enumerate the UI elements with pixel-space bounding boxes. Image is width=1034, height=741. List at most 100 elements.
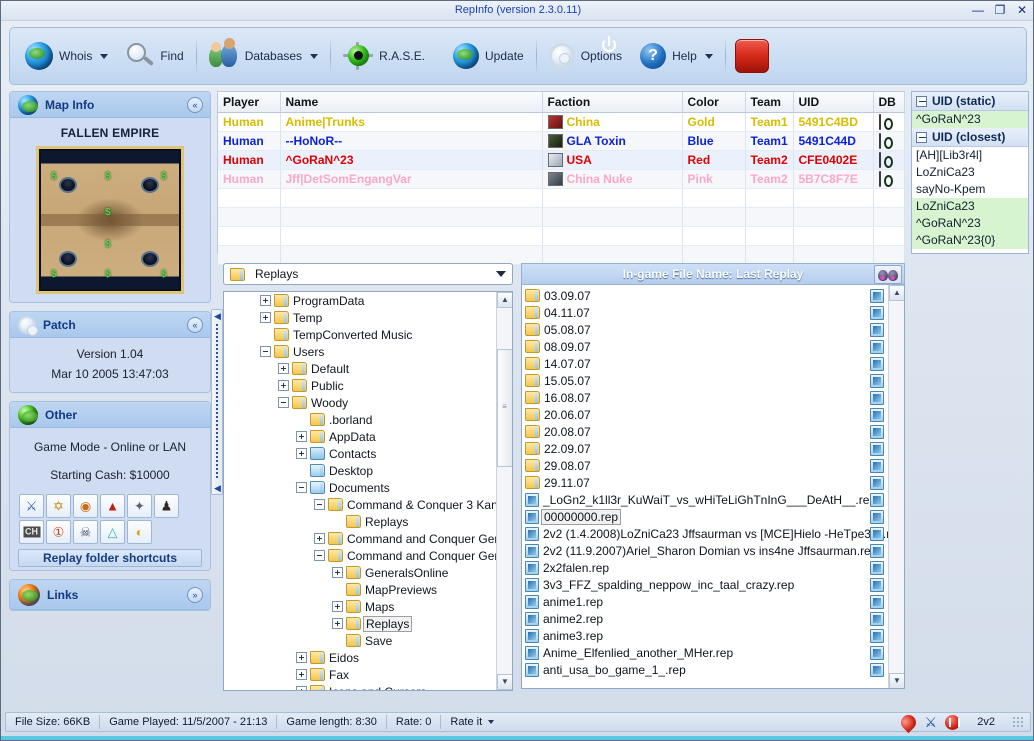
file-list-item[interactable]: anime2.rep bbox=[525, 610, 865, 627]
chevron-down-icon[interactable] bbox=[488, 720, 495, 724]
expand-icon[interactable] bbox=[296, 686, 307, 690]
file-list-item[interactable]: 15.05.07 bbox=[525, 372, 865, 389]
scroll-up-button[interactable]: ▲ bbox=[497, 292, 512, 308]
uid-closest-item[interactable]: LoZniCa23 bbox=[912, 164, 1028, 181]
file-list-item[interactable]: 14.07.07 bbox=[525, 355, 865, 372]
file-list-item[interactable]: 00000000.rep bbox=[525, 508, 865, 525]
table-row-empty[interactable] bbox=[218, 245, 905, 265]
uid-static-item[interactable]: ^GoRaN^23 bbox=[912, 111, 1028, 128]
expand-icon[interactable] bbox=[278, 363, 289, 374]
rase-button[interactable]: R.A.S.E. bbox=[334, 32, 434, 80]
sidebar-splitter[interactable]: ◀ ◀ bbox=[211, 309, 223, 495]
shortcut-kanes-wrath[interactable]: ✦ bbox=[127, 494, 152, 518]
file-list-item[interactable]: 22.09.07 bbox=[525, 440, 865, 457]
uid-closest-item[interactable]: [AH][Lib3r4l] bbox=[912, 147, 1028, 164]
tree-node[interactable]: GeneralsOnline bbox=[224, 564, 497, 581]
chevron-down-icon[interactable] bbox=[704, 53, 713, 59]
expand-icon[interactable] bbox=[332, 618, 343, 629]
minus-icon[interactable] bbox=[916, 95, 927, 107]
expand-icon[interactable] bbox=[260, 312, 271, 323]
file-list-item[interactable]: 20.08.07 bbox=[525, 423, 865, 440]
expand-icon[interactable] bbox=[314, 533, 325, 544]
tree-node[interactable]: Default bbox=[224, 360, 497, 377]
tree-node[interactable]: Users bbox=[224, 343, 497, 360]
exit-button[interactable] bbox=[602, 36, 769, 73]
collapse-icon[interactable] bbox=[278, 397, 289, 408]
tree-node[interactable]: Maps bbox=[224, 598, 497, 615]
links-header[interactable]: Links » bbox=[10, 580, 210, 610]
file-list-vertical-scrollbar[interactable]: ▲ ▼ bbox=[888, 285, 904, 688]
patch-collapse-icon[interactable]: « bbox=[187, 317, 203, 333]
tree-node[interactable]: Documents bbox=[224, 479, 497, 496]
file-list-item[interactable]: 29.11.07 bbox=[525, 474, 865, 491]
shortcut-ring[interactable]: ◐ bbox=[127, 520, 152, 544]
tree-node[interactable]: AppData bbox=[224, 428, 497, 445]
column-header-player[interactable]: Player bbox=[218, 92, 281, 113]
chevron-down-icon[interactable] bbox=[310, 53, 319, 59]
folder-tree[interactable]: ProgramData Temp TempConverted Music Users D… bbox=[223, 291, 513, 691]
shortcut-generals[interactable]: ✡ bbox=[46, 494, 71, 518]
shortcut-nod[interactable]: △ bbox=[100, 520, 125, 544]
tree-node[interactable]: Woody bbox=[224, 394, 497, 411]
table-row[interactable]: Human Anime|Trunks China Gold Team1 5491… bbox=[218, 112, 905, 132]
expand-icon[interactable] bbox=[296, 431, 307, 442]
table-row[interactable]: Human Jff|DetSomEngangVar China Nuke Pin… bbox=[218, 169, 905, 189]
tree-scroll-thumb[interactable]: ≡ bbox=[497, 349, 512, 467]
file-list-item[interactable]: anime3.rep bbox=[525, 627, 865, 644]
collapse-icon[interactable] bbox=[296, 482, 307, 493]
tree-node[interactable]: Fax bbox=[224, 666, 497, 683]
databases-button[interactable]: Databases bbox=[200, 32, 327, 80]
tree-node[interactable]: Save bbox=[224, 632, 497, 649]
tree-node[interactable]: Replays bbox=[224, 615, 497, 632]
tree-node[interactable]: Command and Conquer Gen bbox=[224, 530, 497, 547]
file-list-item[interactable]: 05.08.07 bbox=[525, 321, 865, 338]
tree-vertical-scrollbar[interactable]: ▲ ≡ ▼ bbox=[496, 292, 512, 690]
shortcut-red-alert[interactable]: ▲ bbox=[100, 494, 125, 518]
column-header-uid[interactable]: UID bbox=[793, 92, 874, 113]
file-list[interactable]: 03.09.07 04.11.07 05.08.07 08.09.07 14.07.07… bbox=[521, 285, 905, 689]
uid-closest-item[interactable]: LoZniCa23 bbox=[912, 198, 1028, 215]
scroll-up-button[interactable]: ▲ bbox=[889, 285, 904, 301]
uid-closest-item[interactable]: ^GoRaN^23{0} bbox=[912, 232, 1028, 249]
tree-node[interactable]: Command & Conquer 3 Kane bbox=[224, 496, 497, 513]
collapse-icon[interactable] bbox=[314, 550, 325, 561]
collapse-icon[interactable] bbox=[314, 499, 325, 510]
shortcut-zero-hour[interactable]: ⚔ bbox=[19, 494, 44, 518]
table-row-empty[interactable] bbox=[218, 188, 905, 208]
column-header-faction[interactable]: Faction bbox=[542, 92, 683, 113]
tree-node[interactable]: Replays bbox=[224, 513, 497, 530]
file-list-item[interactable]: 2v2 (11.9.2007)Ariel_Sharon Domian vs in… bbox=[525, 542, 877, 559]
whois-button[interactable]: Whois bbox=[16, 32, 117, 80]
other-header[interactable]: Other bbox=[10, 402, 210, 428]
rate-it-button[interactable]: Rate it bbox=[441, 713, 503, 731]
minimize-button[interactable]: — bbox=[971, 3, 985, 17]
table-row[interactable]: Human --HoNoR-- GLA Toxin Blue Team1 549… bbox=[218, 131, 905, 151]
tree-node[interactable]: Eidos bbox=[224, 649, 497, 666]
tree-node[interactable]: .borland bbox=[224, 411, 497, 428]
chevron-down-icon[interactable] bbox=[100, 53, 109, 59]
tree-node[interactable]: TempConverted Music bbox=[224, 326, 497, 343]
shortcut-dod[interactable]: ① bbox=[46, 520, 71, 544]
table-row[interactable]: Human ^GoRaN^23 USA Red Team2 CFE0402E bbox=[218, 150, 905, 170]
column-header-team[interactable]: Team bbox=[745, 92, 794, 113]
shortcut-tiberium[interactable]: ◉ bbox=[73, 494, 98, 518]
scroll-down-button[interactable]: ▼ bbox=[889, 673, 904, 688]
file-list-item[interactable]: 04.11.07 bbox=[525, 304, 865, 321]
file-list-item[interactable]: 2x2falen.rep bbox=[525, 559, 865, 576]
binoculars-icon[interactable] bbox=[874, 265, 902, 284]
file-list-item[interactable]: anti_usa_bo_game_1_.rep bbox=[525, 661, 865, 678]
uid-closest-item[interactable]: ^GoRaN^23 bbox=[912, 215, 1028, 232]
column-header-name[interactable]: Name bbox=[280, 92, 543, 113]
expand-icon[interactable] bbox=[296, 669, 307, 680]
resize-grip[interactable] bbox=[1012, 716, 1024, 728]
tree-node[interactable]: Temp bbox=[224, 309, 497, 326]
expand-icon[interactable] bbox=[278, 380, 289, 391]
collapse-icon[interactable] bbox=[260, 346, 271, 357]
file-list-item[interactable]: 29.08.07 bbox=[525, 457, 865, 474]
table-row-empty[interactable] bbox=[218, 226, 905, 246]
file-list-item[interactable]: anime1.rep bbox=[525, 593, 865, 610]
expand-icon[interactable] bbox=[296, 448, 307, 459]
chevron-down-icon[interactable] bbox=[496, 271, 506, 277]
expand-icon[interactable] bbox=[296, 652, 307, 663]
uid-static-header[interactable]: UID (static) bbox=[912, 92, 1028, 111]
